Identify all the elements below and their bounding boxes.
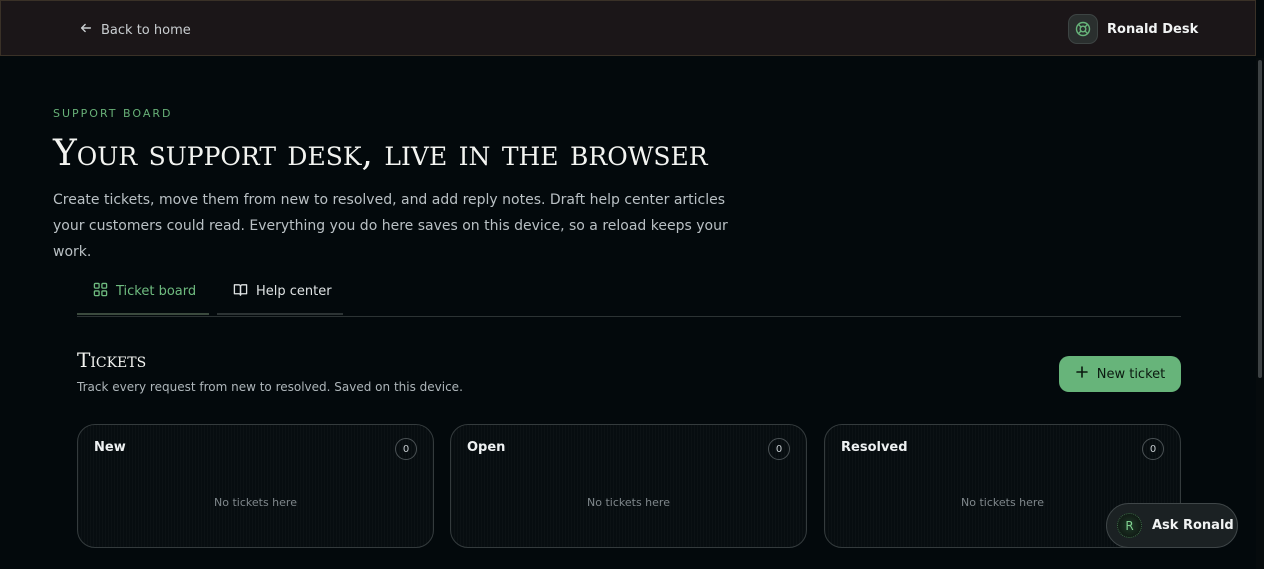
tab-ticket-board-label: Ticket board [116,284,197,299]
book-icon [233,282,248,301]
account-name: Ronald Desk [1107,21,1199,37]
page-scrollbar[interactable] [1256,58,1264,569]
top-bar: Back to home Ronald Desk [0,0,1256,56]
tab-ticket-board[interactable]: Ticket board [77,270,209,315]
column-empty-state: No tickets here [587,496,670,509]
ask-ronald-button[interactable]: R Ask Ronald [1106,503,1238,548]
tab-help-center[interactable]: Help center [217,270,343,315]
column-title: Resolved [841,440,908,455]
grid-icon [93,282,108,301]
column-count-badge: 0 [768,438,790,460]
ask-ronald-label: Ask Ronald [1152,518,1234,533]
scrollbar-thumb[interactable] [1258,60,1262,378]
plus-icon [1075,365,1089,383]
tickets-subtitle: Track every request from new to resolved… [77,380,463,394]
assistant-avatar: R [1117,513,1142,538]
column-count-badge: 0 [395,438,417,460]
lifebuoy-icon [1068,14,1098,44]
back-to-home-link[interactable]: Back to home [79,19,191,41]
account-menu[interactable]: Ronald Desk [1068,14,1198,44]
column-open: Open 0 No tickets here [450,424,807,548]
column-new: New 0 No tickets here [77,424,434,548]
new-ticket-label: New ticket [1096,366,1166,382]
tab-help-center-label: Help center [256,284,332,299]
arrow-left-icon [79,21,93,39]
page-title: Your support desk, live in the browser [53,133,708,174]
page-description: Create tickets, move them from new to re… [53,192,728,260]
column-empty-state: No tickets here [214,496,297,509]
tab-bar: Ticket board Help center [77,270,1181,317]
column-title: Open [467,440,506,455]
new-ticket-button[interactable]: New ticket [1059,356,1181,392]
column-title: New [94,440,126,455]
back-to-home-label: Back to home [101,22,191,38]
eyebrow-label: SUPPORT BOARD [53,107,173,120]
tickets-heading: Tickets [77,348,147,372]
column-count-badge: 0 [1142,438,1164,460]
